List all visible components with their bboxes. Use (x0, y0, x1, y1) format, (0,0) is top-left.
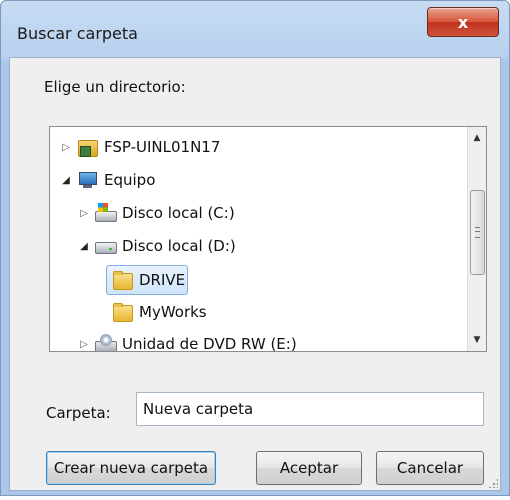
window-title: Buscar carpeta (17, 24, 138, 43)
scroll-down-icon[interactable]: ▼ (468, 331, 486, 349)
folder-icon (111, 302, 133, 322)
computer-icon (76, 170, 98, 190)
tree-item-drive-folder[interactable]: DRIVE (106, 265, 189, 295)
tree-item-equipo[interactable]: ◢ Equipo (60, 166, 155, 194)
tree-item-label: Equipo (104, 171, 156, 189)
expand-arrow-icon[interactable]: ▷ (60, 142, 72, 153)
ok-button[interactable]: Aceptar (256, 451, 362, 485)
tree-item-dvd[interactable]: ▷ Unidad de DVD RW (E:) (78, 330, 297, 352)
close-button[interactable]: x (427, 7, 499, 37)
tree-item-label: MyWorks (139, 303, 207, 321)
scroll-up-icon[interactable]: ▲ (468, 129, 486, 147)
windows-drive-icon (94, 203, 117, 223)
folder-icon (111, 270, 133, 290)
tree-item-label: Disco local (C:) (122, 204, 235, 222)
vertical-scrollbar[interactable]: ▲ ▼ (467, 127, 486, 351)
tree-item-label: Disco local (D:) (122, 237, 236, 255)
expand-arrow-icon[interactable]: ▷ (78, 339, 90, 350)
dvd-drive-icon (94, 334, 117, 351)
tree-item-label: DRIVE (139, 271, 186, 289)
folder-tree[interactable]: ▷ FSP-UINL01N17 ◢ Equipo ▷ Disco local (… (49, 126, 487, 352)
folder-name-input[interactable] (136, 392, 484, 426)
tree-item-network[interactable]: ▷ FSP-UINL01N17 (60, 133, 220, 161)
tree-item-drive-d[interactable]: ◢ Disco local (D:) (78, 232, 236, 260)
network-computer-icon (76, 137, 98, 157)
hard-drive-icon (94, 236, 117, 256)
folder-field-label: Carpeta: (46, 404, 111, 422)
title-bar[interactable]: Buscar carpeta x (1, 1, 509, 57)
tree-item-drive-c[interactable]: ▷ Disco local (C:) (78, 199, 235, 227)
dialog-body: Elige un directorio: ▷ FSP-UINL01N17 ◢ E… (9, 57, 501, 491)
tree-item-label: FSP-UINL01N17 (104, 138, 221, 156)
dialog-window: Buscar carpeta x Elige un directorio: ▷ … (0, 0, 510, 496)
collapse-arrow-icon[interactable]: ◢ (78, 241, 90, 252)
expand-arrow-icon[interactable]: ▷ (78, 208, 90, 219)
new-folder-button[interactable]: Crear nueva carpeta (46, 451, 216, 485)
tree-item-label: Unidad de DVD RW (E:) (122, 335, 297, 352)
collapse-arrow-icon[interactable]: ◢ (60, 175, 72, 186)
tree-item-myworks[interactable]: MyWorks (107, 298, 207, 326)
close-icon: x (457, 12, 469, 32)
resize-grip-icon[interactable] (488, 478, 498, 488)
scroll-thumb[interactable] (470, 190, 485, 275)
dialog-prompt: Elige un directorio: (44, 78, 186, 96)
cancel-button[interactable]: Cancelar (376, 451, 484, 485)
grip-lines-icon (475, 227, 480, 238)
